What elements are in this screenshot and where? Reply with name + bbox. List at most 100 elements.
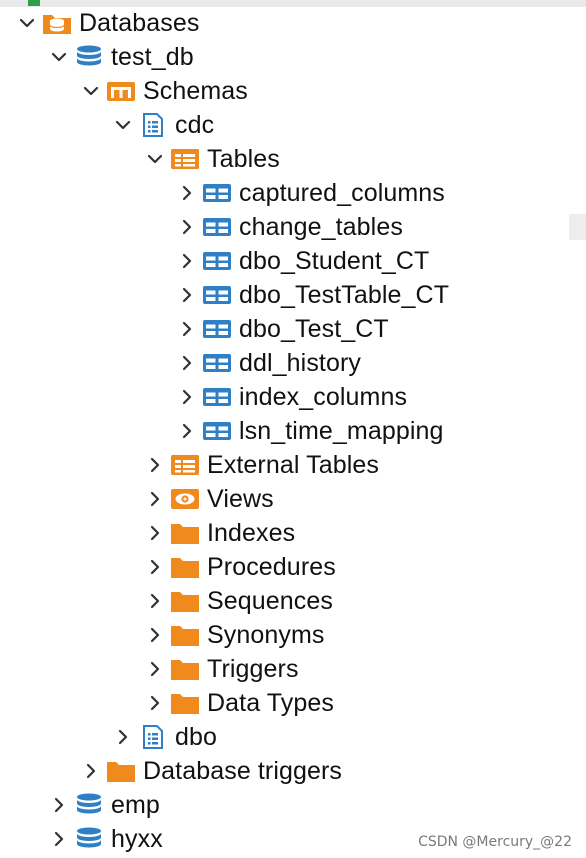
tree-node-tables[interactable]: Tables: [0, 142, 586, 176]
chevron-down-icon[interactable]: [114, 116, 132, 134]
tree-node-dbo-test-ct[interactable]: dbo_Test_CT: [0, 312, 586, 346]
tree-node-label: emp: [111, 791, 160, 819]
chevron-right-icon[interactable]: [82, 762, 100, 780]
chevron-down-icon[interactable]: [82, 82, 100, 100]
tree-node-label: Sequences: [207, 587, 333, 615]
table-icon: [202, 181, 232, 205]
chevron-right-icon[interactable]: [146, 592, 164, 610]
table-icon: [202, 351, 232, 375]
tree-node-procedures[interactable]: Procedures: [0, 550, 586, 584]
tree-node-cdc[interactable]: cdc: [0, 108, 586, 142]
tree-node-schemas[interactable]: Schemas: [0, 74, 586, 108]
chevron-down-icon[interactable]: [18, 14, 36, 32]
tree-node-label: Databases: [79, 9, 200, 37]
tree-node-lsn-time-mapping[interactable]: lsn_time_mapping: [0, 414, 586, 448]
tree-node-external-tables[interactable]: External Tables: [0, 448, 586, 482]
tree-node-dbo-testtable-ct[interactable]: dbo_TestTable_CT: [0, 278, 586, 312]
scrollbar-thumb[interactable]: [569, 214, 586, 240]
tree-node-databases[interactable]: Databases: [0, 6, 586, 40]
tree-node-label: Tables: [207, 145, 280, 173]
folder-icon: [106, 759, 136, 783]
tree-node-database-triggers[interactable]: Database triggers: [0, 754, 586, 788]
tree-node-captured-columns[interactable]: captured_columns: [0, 176, 586, 210]
database-icon: [74, 793, 104, 817]
tables-folder-icon: [170, 453, 200, 477]
chevron-right-icon[interactable]: [146, 490, 164, 508]
tree-node-label: External Tables: [207, 451, 379, 479]
tree-node-label: Views: [207, 485, 274, 513]
tree-node-label: change_tables: [239, 213, 403, 241]
chevron-right-icon[interactable]: [178, 422, 196, 440]
schema-icon: [138, 113, 168, 137]
chevron-right-icon[interactable]: [178, 218, 196, 236]
tree-node-label: dbo_Test_CT: [239, 315, 389, 343]
chevron-right-icon[interactable]: [114, 728, 132, 746]
chevron-right-icon[interactable]: [146, 524, 164, 542]
tree-node-label: Data Types: [207, 689, 335, 717]
database-folder-icon: [42, 11, 72, 35]
table-icon: [202, 419, 232, 443]
chevron-right-icon[interactable]: [146, 694, 164, 712]
tree-node-label: captured_columns: [239, 179, 445, 207]
chevron-right-icon[interactable]: [178, 184, 196, 202]
tree-node-label: test_db: [111, 43, 194, 71]
tree-node-label: Schemas: [143, 77, 248, 105]
tree-node-data-types[interactable]: Data Types: [0, 686, 586, 720]
tree-node-index-columns[interactable]: index_columns: [0, 380, 586, 414]
database-navigator-tree: Databases test_db Schemas cdc Tables cap…: [0, 6, 586, 856]
folder-icon: [170, 691, 200, 715]
chevron-down-icon[interactable]: [50, 48, 68, 66]
tree-node-emp[interactable]: emp: [0, 788, 586, 822]
tree-node-triggers[interactable]: Triggers: [0, 652, 586, 686]
tree-node-label: Procedures: [207, 553, 336, 581]
chevron-right-icon[interactable]: [178, 252, 196, 270]
tree-node-indexes[interactable]: Indexes: [0, 516, 586, 550]
tree-node-label: dbo: [175, 723, 218, 751]
chevron-right-icon[interactable]: [178, 354, 196, 372]
table-icon: [202, 215, 232, 239]
schemas-folder-icon: [106, 79, 136, 103]
chevron-right-icon[interactable]: [178, 388, 196, 406]
folder-icon: [170, 521, 200, 545]
chevron-right-icon[interactable]: [50, 830, 68, 848]
tables-folder-icon: [170, 147, 200, 171]
folder-icon: [170, 623, 200, 647]
table-icon: [202, 317, 232, 341]
database-icon: [74, 827, 104, 851]
folder-icon: [170, 657, 200, 681]
chevron-right-icon[interactable]: [146, 660, 164, 678]
chevron-right-icon[interactable]: [178, 286, 196, 304]
tree-node-label: dbo_Student_CT: [239, 247, 430, 275]
tree-node-label: Database triggers: [143, 757, 343, 785]
table-icon: [202, 385, 232, 409]
tree-node-label: lsn_time_mapping: [239, 417, 444, 445]
chevron-right-icon[interactable]: [50, 796, 68, 814]
folder-icon: [170, 555, 200, 579]
schema-icon: [138, 725, 168, 749]
chevron-right-icon[interactable]: [178, 320, 196, 338]
tree-node-test-db[interactable]: test_db: [0, 40, 586, 74]
tree-node-label: hyxx: [111, 825, 163, 853]
tree-node-label: index_columns: [239, 383, 408, 411]
tree-node-synonyms[interactable]: Synonyms: [0, 618, 586, 652]
tree-node-label: Synonyms: [207, 621, 325, 649]
watermark: CSDN @Mercury_@22: [418, 834, 572, 850]
tree-node-label: Indexes: [207, 519, 296, 547]
chevron-right-icon[interactable]: [146, 626, 164, 644]
table-icon: [202, 283, 232, 307]
tree-node-label: Triggers: [207, 655, 299, 683]
tree-node-ddl-history[interactable]: ddl_history: [0, 346, 586, 380]
table-icon: [202, 249, 232, 273]
tree-node-change-tables[interactable]: change_tables: [0, 210, 586, 244]
tree-node-dbo-student-ct[interactable]: dbo_Student_CT: [0, 244, 586, 278]
tree-node-dbo[interactable]: dbo: [0, 720, 586, 754]
chevron-right-icon[interactable]: [146, 558, 164, 576]
chevron-right-icon[interactable]: [146, 456, 164, 474]
database-icon: [74, 45, 104, 69]
chevron-down-icon[interactable]: [146, 150, 164, 168]
tree-node-sequences[interactable]: Sequences: [0, 584, 586, 618]
folder-icon: [170, 589, 200, 613]
tree-node-label: dbo_TestTable_CT: [239, 281, 450, 309]
views-folder-icon: [170, 487, 200, 511]
tree-node-views[interactable]: Views: [0, 482, 586, 516]
